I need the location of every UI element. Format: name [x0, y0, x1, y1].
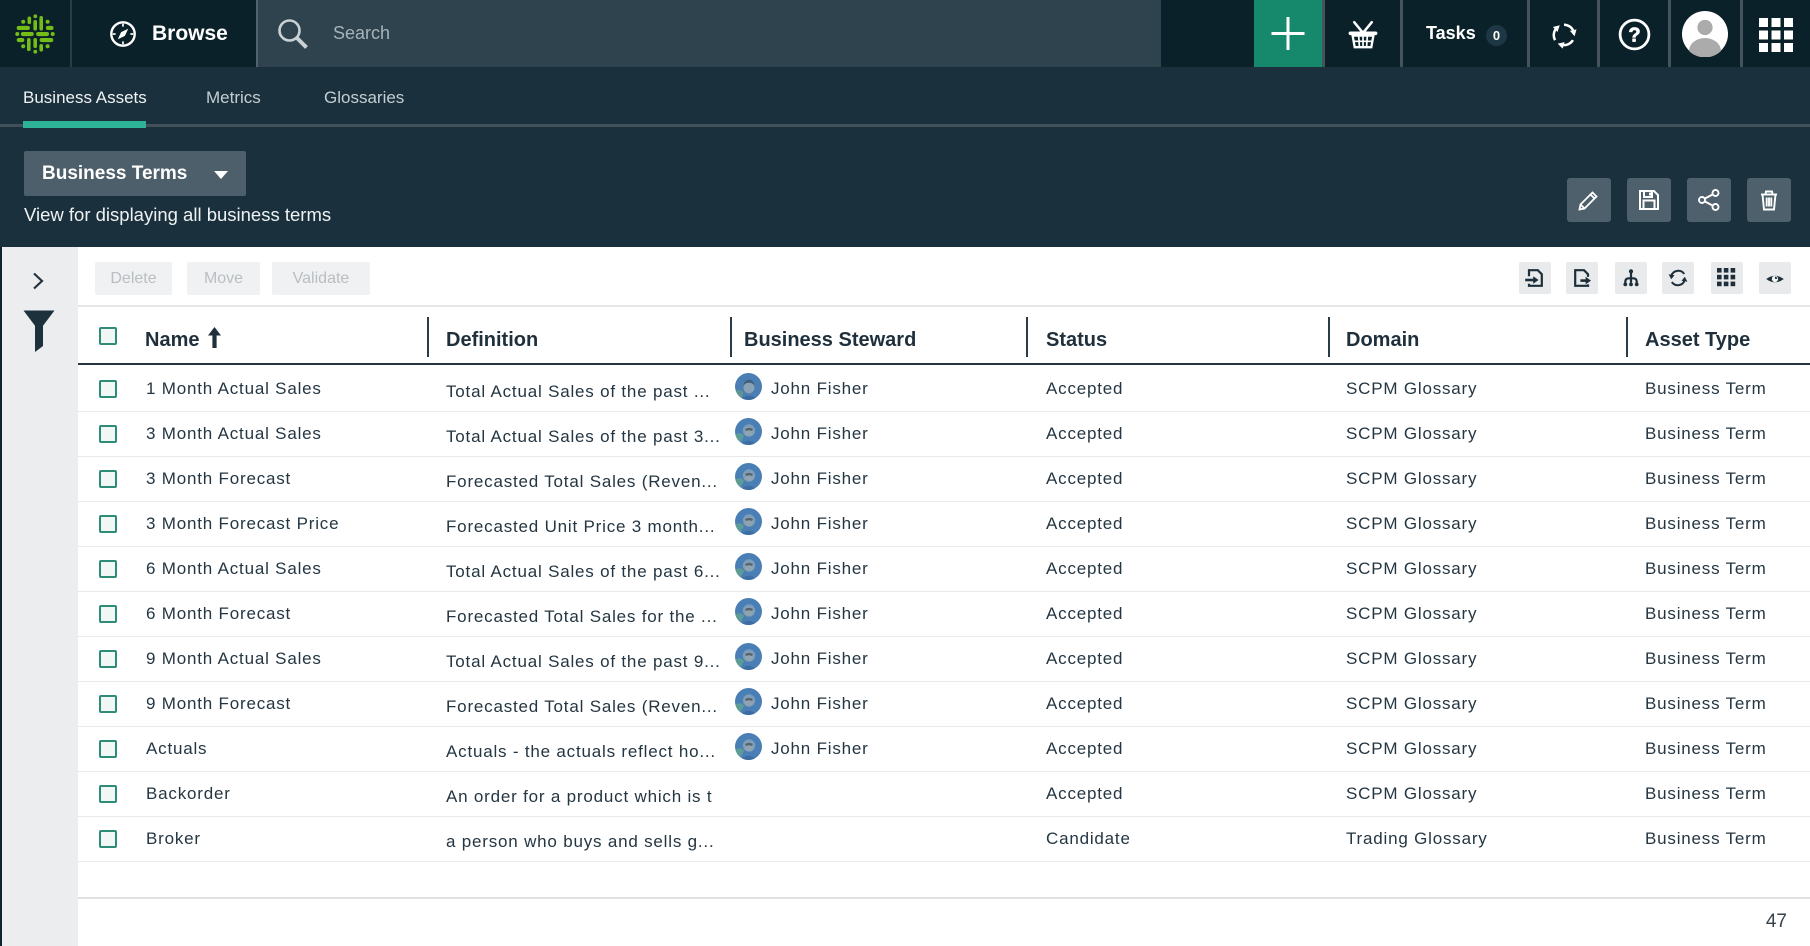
svg-text:?: ?	[1628, 25, 1640, 47]
